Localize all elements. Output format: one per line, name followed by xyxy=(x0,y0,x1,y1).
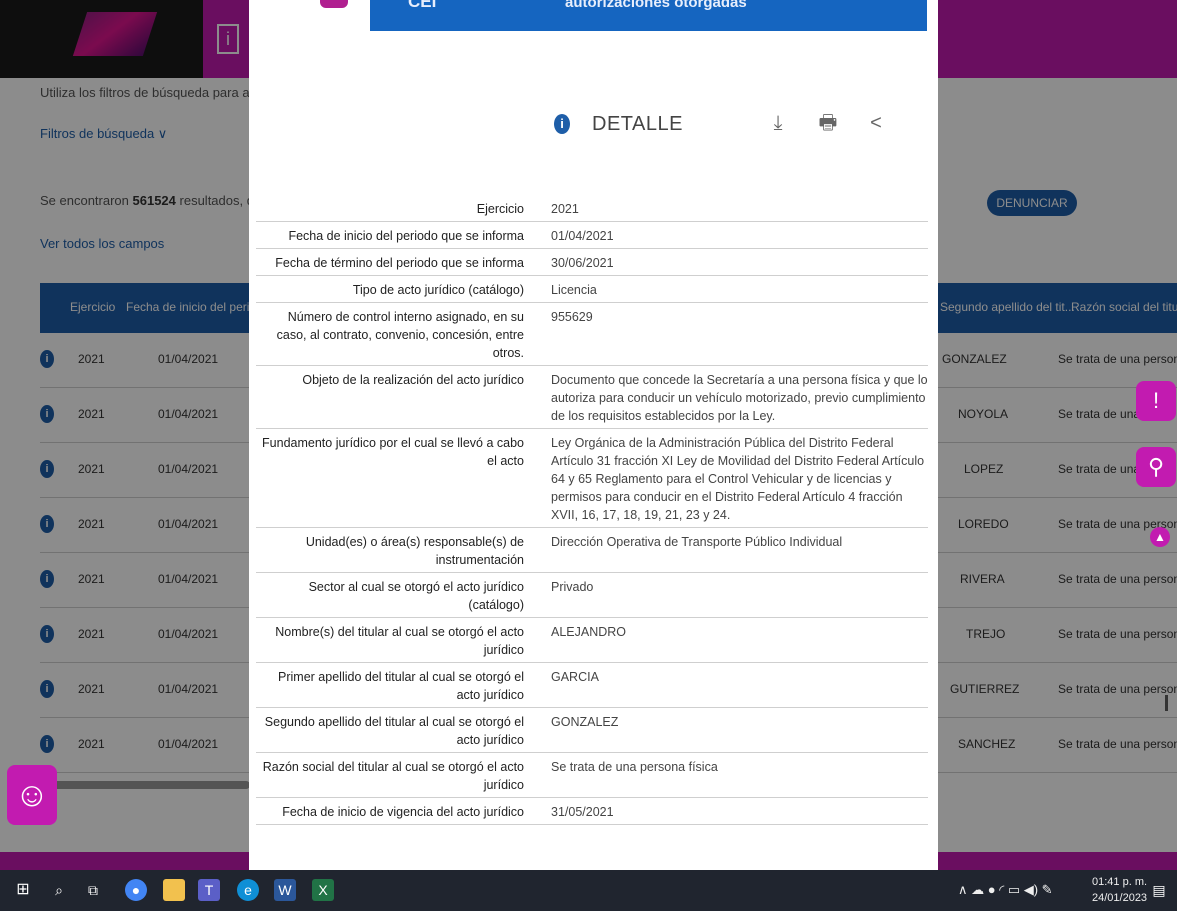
field-value: Ley Orgánica de la Administración Públic… xyxy=(551,436,925,522)
field-label: Tipo de acto jurídico (catálogo) xyxy=(352,283,524,297)
field-value: 955629 xyxy=(551,310,593,324)
clock-time: 01:41 p. m. xyxy=(1092,876,1148,888)
field-label: Sector al cual se otorgó el acto jurídic… xyxy=(308,580,524,612)
edge-icon[interactable]: e xyxy=(237,879,259,901)
banner-title: autorizaciones otorgadas xyxy=(565,0,747,11)
detail-row: Primer apellido del titular al cual se o… xyxy=(256,663,928,708)
vertical-scrollbar-thumb[interactable] xyxy=(1165,695,1168,711)
download-icon[interactable]: ⤓ xyxy=(766,111,790,135)
field-label: Fecha de término del periodo que se info… xyxy=(275,256,524,270)
field-label: Fecha de inicio de vigencia del acto jur… xyxy=(282,805,524,819)
share-icon[interactable]: < xyxy=(864,111,888,135)
detail-row: Ejercicio 2021 xyxy=(256,195,928,222)
field-value: Licencia xyxy=(551,283,597,297)
word-icon[interactable]: W xyxy=(274,879,296,901)
detail-row: Objeto de la realización del acto jurídi… xyxy=(256,366,928,429)
field-value: 01/04/2021 xyxy=(551,229,614,243)
detail-row: Nombre(s) del titular al cual se otorgó … xyxy=(256,618,928,663)
taskbar-clock[interactable]: 01:41 p. m. 24/01/2023 xyxy=(1092,874,1147,906)
field-value: 31/05/2021 xyxy=(551,805,614,819)
detail-table: Ejercicio 2021 Fecha de inicio del period… xyxy=(256,195,928,825)
banner-logo-text: CEI xyxy=(408,0,437,11)
field-label: Nombre(s) del titular al cual se otorgó … xyxy=(275,625,524,657)
field-label: Primer apellido del titular al cual se o… xyxy=(278,670,524,702)
windows-taskbar: ⊞ ⌕ ⧉ ● T e W X ∧ ☁ ● ◜ ▭ ◀) ✎ 01:41 p. … xyxy=(0,870,1177,911)
field-value: GONZALEZ xyxy=(551,715,619,729)
detail-title: DETALLE xyxy=(592,113,683,135)
detail-toolbar: i DETALLE ⤓ 🖶 < xyxy=(554,108,894,142)
detail-row: Número de control interno asignado, en s… xyxy=(256,303,928,366)
detail-row: Tipo de acto jurídico (catálogo) Licencia xyxy=(256,276,928,303)
file-explorer-icon[interactable] xyxy=(163,879,185,901)
search-icon[interactable]: ⌕ xyxy=(48,879,70,901)
detail-row: Sector al cual se otorgó el acto jurídic… xyxy=(256,573,928,618)
teams-icon[interactable]: T xyxy=(198,879,220,901)
field-value: Dirección Operativa de Transporte Públic… xyxy=(551,535,843,549)
field-label: Objeto de la realización del acto jurídi… xyxy=(302,373,524,387)
detail-row: Fecha de inicio del periodo que se infor… xyxy=(256,222,928,249)
detail-modal: CEI autorizaciones otorgadas i DETALLE ⤓… xyxy=(249,0,938,870)
field-label: Razón social del titular al cual se otor… xyxy=(262,760,524,792)
detail-row: Unidad(es) o área(s) responsable(s) de i… xyxy=(256,528,928,573)
windows-start-icon[interactable]: ⊞ xyxy=(12,879,34,901)
system-tray[interactable]: ∧ ☁ ● ◜ ▭ ◀) ✎ xyxy=(958,882,1053,898)
task-view-icon[interactable]: ⧉ xyxy=(82,879,104,901)
excel-icon[interactable]: X xyxy=(312,879,334,901)
field-label: Unidad(es) o área(s) responsable(s) de i… xyxy=(305,535,524,567)
field-value: 30/06/2021 xyxy=(551,256,614,270)
field-label: Ejercicio xyxy=(476,202,524,216)
search-tool-icon[interactable]: ⚲ xyxy=(1136,447,1176,487)
banner-logo xyxy=(260,0,370,31)
notifications-icon[interactable]: ▤ xyxy=(1148,879,1170,901)
field-value: Privado xyxy=(551,580,594,594)
scroll-top-icon[interactable]: ▲ xyxy=(1150,527,1170,547)
field-label: Segundo apellido del titular al cual se … xyxy=(264,715,524,747)
field-value: GARCIA xyxy=(551,670,599,684)
detail-row: Segundo apellido del titular al cual se … xyxy=(256,708,928,753)
field-value: ALEJANDRO xyxy=(551,625,627,639)
clock-date: 24/01/2023 xyxy=(1092,892,1148,904)
field-label: Número de control interno asignado, en s… xyxy=(276,310,524,360)
field-value: 2021 xyxy=(551,202,579,216)
info-icon: i xyxy=(554,114,570,134)
chrome-icon[interactable]: ● xyxy=(125,879,147,901)
field-label: Fundamento jurídico por el cual se llevó… xyxy=(262,436,524,468)
modal-banner: CEI autorizaciones otorgadas xyxy=(260,0,927,31)
alert-icon[interactable]: ! xyxy=(1136,381,1176,421)
detail-row: Razón social del titular al cual se otor… xyxy=(256,753,928,798)
detail-row: Fecha de término del periodo que se info… xyxy=(256,249,928,276)
detail-row: Fundamento jurídico por el cual se llevó… xyxy=(256,429,928,528)
field-value: Documento que concede la Secretaría a un… xyxy=(551,373,928,423)
print-icon[interactable]: 🖶 xyxy=(816,111,840,135)
accessibility-icon[interactable]: ☺ xyxy=(7,765,57,825)
field-label: Fecha de inicio del periodo que se infor… xyxy=(288,229,524,243)
field-value: Se trata de una persona física xyxy=(551,760,718,774)
detail-row: Fecha de inicio de vigencia del acto jur… xyxy=(256,798,928,825)
